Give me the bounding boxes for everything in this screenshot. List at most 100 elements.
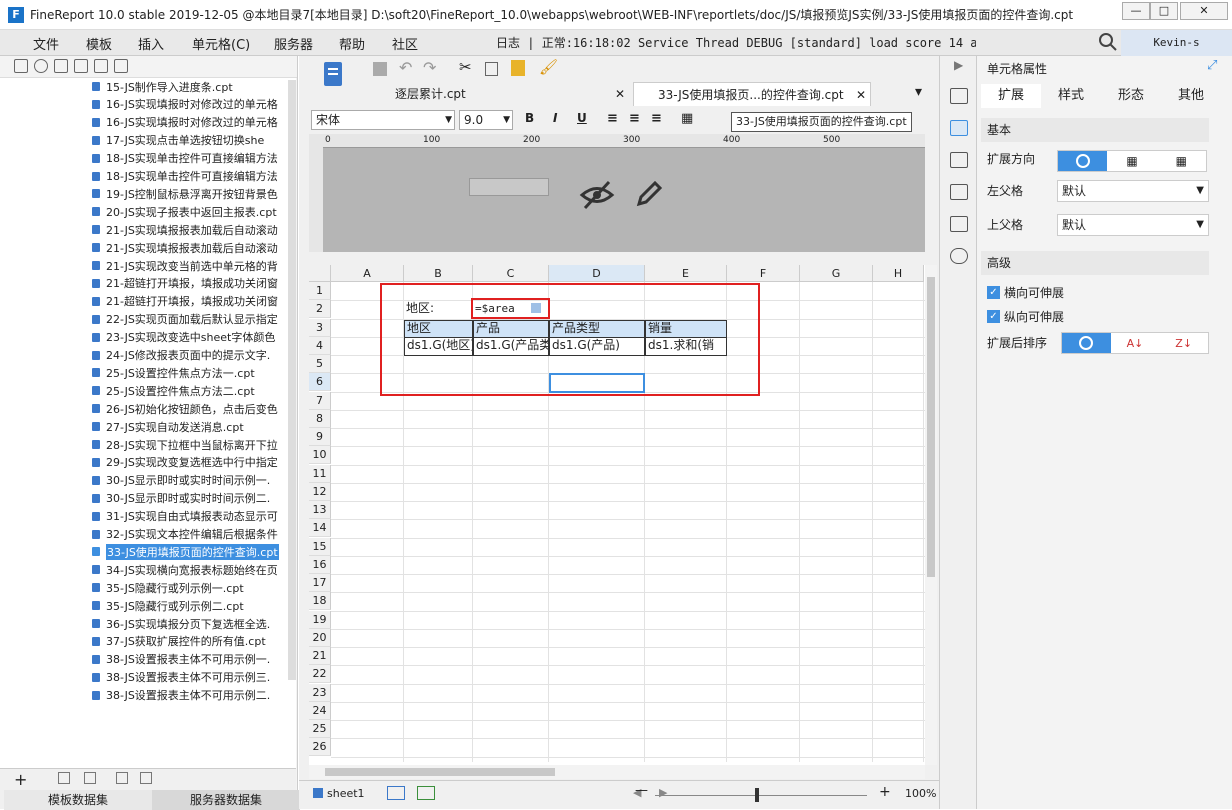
- collapse-icon[interactable]: [114, 59, 128, 73]
- user-account[interactable]: Kevin-s: [1121, 30, 1232, 56]
- tab-template-1[interactable]: 逐层累计.cpt ✕: [371, 82, 629, 106]
- pin-icon[interactable]: ⤢: [1207, 58, 1217, 73]
- tree-item[interactable]: 22-JS实现页面加载后默认显示指定: [92, 311, 292, 328]
- zoom-slider[interactable]: [655, 795, 867, 796]
- menu-file[interactable]: 文件: [33, 34, 59, 53]
- row-header[interactable]: 16: [309, 555, 331, 574]
- add-sheet-icon[interactable]: [387, 786, 405, 800]
- preview-dataset-icon[interactable]: [116, 772, 128, 784]
- column-header[interactable]: C: [473, 265, 549, 282]
- grid-vertical-scrollbar[interactable]: [925, 265, 937, 765]
- close-button[interactable]: ✕: [1180, 2, 1228, 20]
- tree-item[interactable]: 33-JS使用填报页面的控件查询.cpt: [92, 543, 292, 560]
- sheet-tab[interactable]: sheet1: [327, 787, 365, 800]
- tree-item[interactable]: 38-JS设置报表主体不可用示例一.: [92, 651, 292, 668]
- tab-template-dataset[interactable]: 模板数据集: [4, 790, 152, 810]
- left-parent-select[interactable]: 默认 ▼: [1057, 180, 1209, 202]
- menu-insert[interactable]: 插入: [138, 34, 164, 53]
- column-header[interactable]: A: [331, 265, 404, 282]
- tree-item[interactable]: 20-JS实现子报表中返回主报表.cpt: [92, 203, 292, 220]
- grid-horizontal-scrollbar[interactable]: [309, 765, 925, 779]
- zoom-in-button[interactable]: +: [879, 784, 891, 800]
- tab-expand[interactable]: 扩展: [981, 84, 1041, 108]
- column-header[interactable]: H: [873, 265, 924, 282]
- horizontal-expand-checkbox[interactable]: ✓ 横向可伸展: [987, 284, 1064, 301]
- tab-style[interactable]: 样式: [1041, 84, 1101, 108]
- lock-icon[interactable]: [74, 59, 88, 73]
- edit-pencil-icon[interactable]: [633, 178, 665, 210]
- expand-panel-icon[interactable]: ▶: [954, 58, 963, 72]
- row-header[interactable]: 1: [309, 282, 331, 301]
- tree-item[interactable]: 38-JS设置报表主体不可用示例二.: [92, 687, 292, 704]
- tree-item[interactable]: 30-JS显示即时或实时时间示例一.: [92, 472, 292, 489]
- zoom-out-button[interactable]: —: [635, 783, 648, 798]
- tree-item[interactable]: 37-JS获取扩展控件的所有值.cpt: [92, 633, 292, 650]
- menu-community[interactable]: 社区: [392, 34, 418, 53]
- tree-item[interactable]: 16-JS实现填报时对修改过的单元格: [92, 96, 292, 113]
- row-header[interactable]: 8: [309, 409, 331, 428]
- next-sheet-icon[interactable]: ▶: [659, 786, 667, 799]
- float-element-icon[interactable]: [950, 152, 968, 168]
- undo-icon[interactable]: ↶: [399, 58, 412, 77]
- row-header[interactable]: 9: [309, 428, 331, 447]
- row-header[interactable]: 22: [309, 665, 331, 684]
- tree-item[interactable]: 18-JS实现单击控件可直接编辑方法: [92, 168, 292, 185]
- tree-item[interactable]: 19-JS控制鼠标悬浮离开按钮背景色: [92, 185, 292, 202]
- row-header[interactable]: 5: [309, 355, 331, 374]
- tree-item[interactable]: 15-JS制作导入进度条.cpt: [92, 78, 292, 95]
- row-header[interactable]: 6: [309, 373, 331, 392]
- edit-dataset-icon[interactable]: [58, 772, 70, 784]
- tree-item[interactable]: 21-JS实现填报报表加载后自动滚动: [92, 221, 292, 238]
- zoom-slider-handle[interactable]: [755, 788, 759, 802]
- border-icon[interactable]: ▦: [681, 111, 693, 126]
- spreadsheet-grid[interactable]: A B C D E F G H 1 2 3 4 5 6 7 8 9 10 11 12 13 14 15 16 17 18 19 20 2…: [309, 265, 925, 765]
- tree-item[interactable]: 35-JS隐藏行或列示例一.cpt: [92, 579, 292, 596]
- row-header[interactable]: 19: [309, 610, 331, 629]
- tree-item[interactable]: 36-JS实现填报分页下复选框全选.: [92, 615, 292, 632]
- section-basic[interactable]: 基本: [981, 118, 1209, 142]
- row-header[interactable]: 26: [309, 738, 331, 757]
- italic-button[interactable]: I: [553, 111, 557, 125]
- row-header[interactable]: 13: [309, 501, 331, 520]
- vertical-expand-checkbox[interactable]: ✓ 纵向可伸展: [987, 308, 1064, 325]
- row-header[interactable]: 11: [309, 464, 331, 483]
- add-form-sheet-icon[interactable]: [417, 786, 435, 800]
- column-header[interactable]: D: [549, 265, 645, 282]
- column-header[interactable]: E: [645, 265, 727, 282]
- tree-item[interactable]: 34-JS实现横向宽报表标题始终在页: [92, 561, 292, 578]
- tree-item[interactable]: 30-JS显示即时或实时时间示例二.: [92, 490, 292, 507]
- tree-item[interactable]: 25-JS设置控件焦点方法一.cpt: [92, 364, 292, 381]
- tab-form[interactable]: 形态: [1101, 84, 1161, 108]
- tree-item[interactable]: 21-JS实现填报报表加载后自动滚动: [92, 239, 292, 256]
- tree-item[interactable]: 21-超链打开填报，填报成功关闭窗: [92, 275, 292, 292]
- menu-template[interactable]: 模板: [86, 34, 112, 53]
- align-left-icon[interactable]: ≡: [607, 111, 618, 126]
- add-dataset-icon[interactable]: +: [14, 770, 27, 789]
- tree-item[interactable]: 29-JS实现改变复选框选中行中指定: [92, 454, 292, 471]
- tree-item[interactable]: 24-JS修改报表页面中的提示文字.: [92, 347, 292, 364]
- area-combobox-widget[interactable]: [469, 178, 549, 196]
- search-icon[interactable]: [1098, 32, 1118, 52]
- show-type-icon[interactable]: [54, 59, 68, 73]
- align-center-icon[interactable]: ≡: [629, 111, 640, 126]
- refresh-icon[interactable]: [34, 59, 48, 73]
- font-family-select[interactable]: 宋体 ▼: [311, 110, 455, 130]
- cell-element-icon[interactable]: [950, 88, 968, 104]
- tree-item[interactable]: 16-JS实现填报时对修改过的单元格: [92, 114, 292, 131]
- delete-icon[interactable]: [94, 59, 108, 73]
- column-header[interactable]: B: [404, 265, 473, 282]
- section-advanced[interactable]: 高级: [981, 251, 1209, 275]
- copy-icon[interactable]: [485, 62, 498, 76]
- menu-cell[interactable]: 单元格(C): [192, 34, 250, 53]
- tree-item[interactable]: 21-JS实现改变当前选中单元格的背: [92, 257, 292, 274]
- tree-item[interactable]: 17-JS实现点击单选按钮切换she: [92, 132, 292, 149]
- paste-icon[interactable]: [511, 60, 525, 76]
- tree-item[interactable]: 28-JS实现下拉框中当鼠标离开下拉: [92, 436, 292, 453]
- row-header[interactable]: 10: [309, 446, 331, 465]
- row-header[interactable]: 15: [309, 537, 331, 556]
- tree-item[interactable]: 27-JS实现自动发送消息.cpt: [92, 418, 292, 435]
- tab-template-2[interactable]: 33-JS使用填报页...的控件查询.cpt ✕: [633, 82, 871, 106]
- row-header[interactable]: 4: [309, 336, 331, 355]
- hide-eye-icon[interactable]: [579, 178, 615, 212]
- column-header[interactable]: G: [800, 265, 873, 282]
